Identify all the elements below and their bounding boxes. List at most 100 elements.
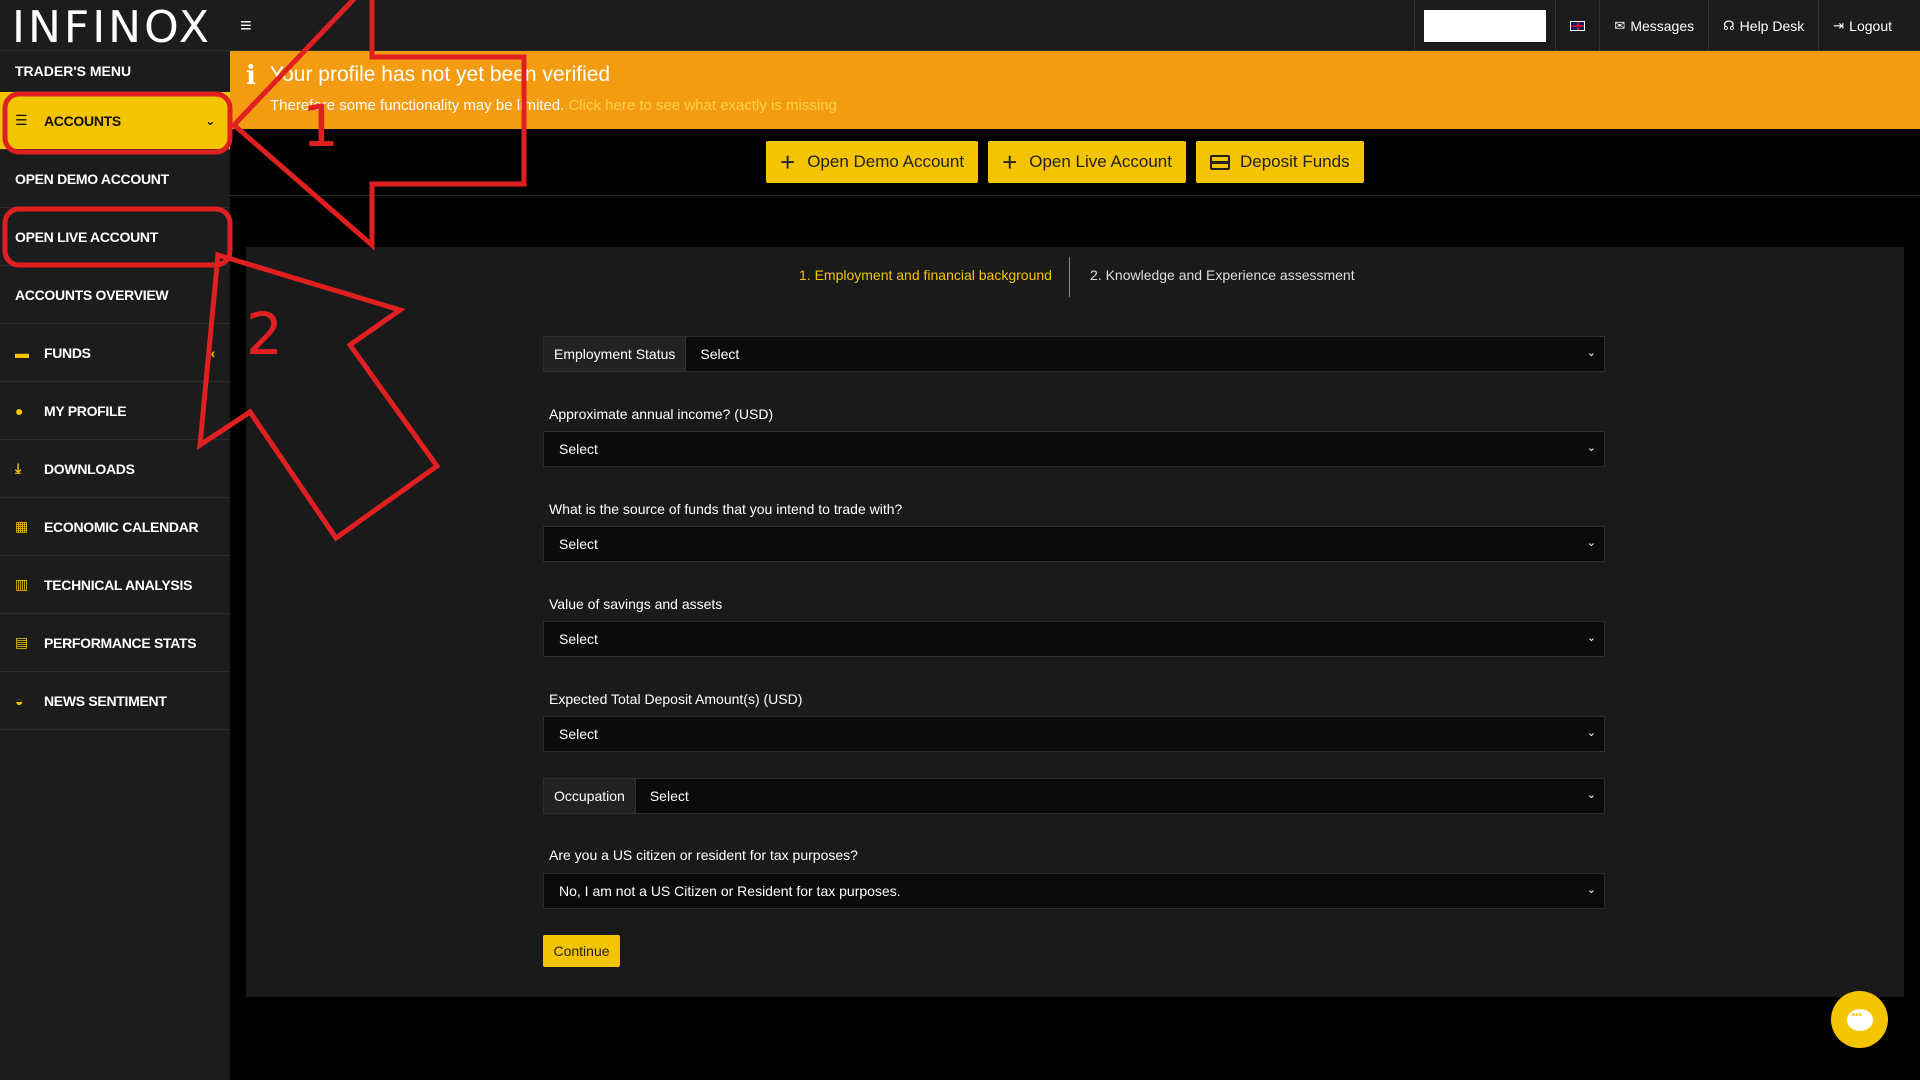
deposit-amount-value: Select [559,726,598,742]
plus-icon: + [1002,147,1018,177]
banner-text: Therefore some functionality may be limi… [270,97,837,114]
form-steps: 1. Employment and financial background 2… [246,247,1904,297]
search-input[interactable] [1424,9,1547,42]
chevron-down-icon: ⌄ [1586,537,1596,549]
source-of-funds-label: What is the source of funds that you int… [549,501,903,517]
gauge-icon: ◒ [15,692,24,709]
open-demo-account-button[interactable]: + Open Demo Account [766,141,979,183]
annotation-number-1: 1 [302,92,339,160]
sidebar-item-label: NEWS SENTIMENT [44,692,167,709]
sidebar-item-accounts[interactable]: ☰ ACCOUNTS ⌄ [0,92,230,150]
infinox-logo[interactable]: INFINOX [12,2,212,53]
sidebar-item-economic-calendar[interactable]: ▦ ECONOMIC CALENDAR [0,498,230,556]
deposit-funds-button[interactable]: Deposit Funds [1195,141,1364,183]
hamburger-menu-icon[interactable]: ≡ [240,15,252,38]
us-citizen-label: Are you a US citizen or resident for tax… [549,847,858,863]
sidebar-item-label: ECONOMIC CALENDAR [44,518,199,535]
messages-label: Messages [1630,17,1695,34]
step-employment[interactable]: 1. Employment and financial background [799,267,1052,283]
step-knowledge[interactable]: 2. Knowledge and Experience assessment [1090,267,1355,283]
bar-chart-icon: ▥ [15,576,28,592]
user-icon: ● [15,402,24,419]
banner-title: Your profile has not yet been verified [270,63,611,86]
messages-link[interactable]: ✉ Messages [1599,0,1708,51]
open-live-account-button[interactable]: + Open Live Account [988,141,1186,183]
employment-status-select[interactable]: Employment Status Select ⌄ [543,336,1605,372]
sidebar-item-open-live-account[interactable]: OPEN LIVE ACCOUNT [0,208,230,266]
open-demo-account-label: Open Demo Account [807,152,965,171]
calendar-icon: ▦ [15,518,28,534]
sidebar: TRADER'S MENU ☰ ACCOUNTS ⌄ OPEN DEMO ACC… [0,51,230,1080]
savings-value: Select [559,631,598,647]
action-buttons: + Open Demo Account + Open Live Account … [766,141,1364,183]
savings-select[interactable]: Select ⌄ [543,621,1605,657]
annotation-number-2: 2 [246,300,283,368]
top-right-nav: ✉ Messages ☊ Help Desk ⇥ Logout [1414,0,1920,51]
top-bar: INFINOX ≡ ✉ Messages ☊ Help Desk ⇥ Logou… [0,0,1920,53]
sidebar-item-label: FUNDS [44,344,91,361]
us-citizen-select[interactable]: No, I am not a US Citizen or Resident fo… [543,873,1605,909]
deposit-amount-label: Expected Total Deposit Amount(s) (USD) [549,691,803,707]
card-icon: ▤ [15,634,28,650]
chat-widget-button[interactable] [1831,991,1888,1048]
sidebar-item-my-profile[interactable]: ● MY PROFILE [0,382,230,440]
sidebar-item-label: DOWNLOADS [44,460,135,477]
source-of-funds-value: Select [559,536,598,552]
employment-status-label: Employment Status [544,337,687,371]
income-select[interactable]: Select ⌄ [543,431,1605,467]
sidebar-item-label: TECHNICAL ANALYSIS [44,576,193,593]
live-account-form-panel: 1. Employment and financial background 2… [246,247,1904,997]
income-label: Approximate annual income? (USD) [549,406,774,422]
uk-flag-icon [1570,20,1586,31]
download-icon: ⤓ [15,460,21,476]
search-box [1414,0,1555,51]
savings-label: Value of savings and assets [549,596,723,612]
sidebar-item-open-demo-account[interactable]: OPEN DEMO ACCOUNT [0,150,230,208]
continue-button[interactable]: Continue [543,935,620,967]
sidebar-item-label: ACCOUNTS [44,112,121,129]
sidebar-item-label: OPEN LIVE ACCOUNT [15,228,158,245]
envelope-icon: ✉ [1614,17,1626,33]
sidebar-item-news-sentiment[interactable]: ◒ NEWS SENTIMENT [0,672,230,730]
open-live-account-label: Open Live Account [1029,152,1172,171]
chevron-down-icon: ⌄ [1586,442,1596,454]
help-desk-label: Help Desk [1739,17,1805,34]
chevron-down-icon: ⌄ [1586,884,1596,896]
chevron-down-icon: ⌄ [1586,727,1596,739]
chevron-down-icon: ⌄ [1586,347,1596,359]
sidebar-item-performance-stats[interactable]: ▤ PERFORMANCE STATS [0,614,230,672]
plus-icon: + [780,147,796,177]
chevron-down-icon: ⌄ [1586,789,1596,801]
verification-banner: i Your profile has not yet been verified… [230,51,1920,129]
sidebar-header: TRADER'S MENU [15,63,132,79]
sidebar-item-downloads[interactable]: ⤓ DOWNLOADS [0,440,230,498]
sidebar-item-label: PERFORMANCE STATS [44,634,197,651]
sidebar-item-accounts-overview[interactable]: ACCOUNTS OVERVIEW [0,266,230,324]
deposit-funds-label: Deposit Funds [1239,152,1350,171]
occupation-label: Occupation [544,779,636,813]
chevron-down-icon: ⌄ [205,113,215,128]
logout-link[interactable]: ⇥ Logout [1818,0,1920,51]
list-icon: ☰ [15,112,28,128]
credit-card-icon [1209,154,1230,170]
sidebar-item-technical-analysis[interactable]: ▥ TECHNICAL ANALYSIS [0,556,230,614]
occupation-select[interactable]: Occupation Select ⌄ [543,778,1605,814]
step-separator [1069,257,1070,297]
header-divider [230,195,1920,196]
banner-missing-link[interactable]: Click here to see what exactly is missin… [568,97,836,114]
chevron-down-icon: ⌄ [1586,632,1596,644]
logout-label: Logout [1849,17,1892,34]
employment-status-value: Select [700,346,740,362]
sidebar-item-funds[interactable]: ▬ FUNDS ‹ [0,324,230,382]
us-citizen-value: No, I am not a US Citizen or Resident fo… [559,883,901,899]
headset-icon: ☊ [1723,17,1735,33]
source-of-funds-select[interactable]: Select ⌄ [543,526,1605,562]
language-selector[interactable] [1555,0,1599,51]
chat-bubble-icon [1846,1008,1873,1031]
sidebar-item-label: MY PROFILE [44,402,127,419]
info-icon: i [246,61,256,91]
deposit-amount-select[interactable]: Select ⌄ [543,716,1605,752]
sidebar-item-label: OPEN DEMO ACCOUNT [15,170,169,187]
help-desk-link[interactable]: ☊ Help Desk [1708,0,1818,51]
occupation-value: Select [649,788,689,804]
